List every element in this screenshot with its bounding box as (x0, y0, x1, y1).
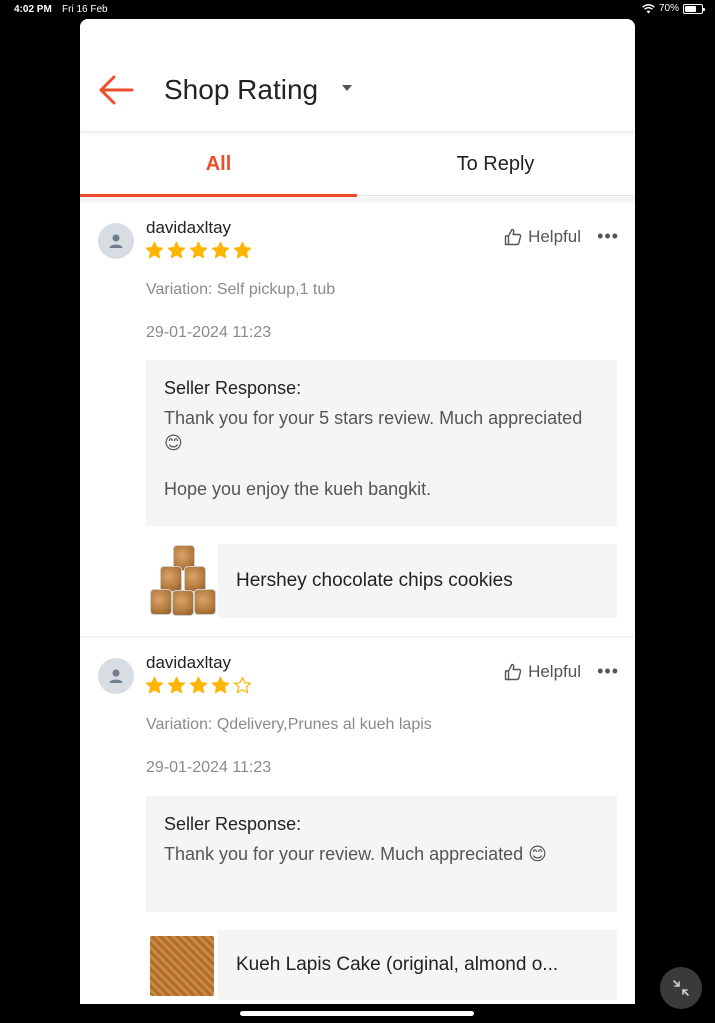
star-filled-icon (233, 241, 252, 259)
cookie-jars-image (146, 544, 218, 618)
review-card: davidaxltay Helpful ••• Variation: Self … (80, 203, 635, 636)
product-link[interactable]: Kueh Lapis Cake (original, almond o... (146, 930, 617, 1000)
star-filled-icon (145, 241, 164, 259)
helpful-label: Helpful (528, 662, 581, 681)
app-sheet: Shop Rating All To Reply davidaxltay Hel… (80, 19, 635, 1004)
thumbs-up-icon (504, 228, 522, 246)
helpful-button[interactable]: Helpful (504, 227, 581, 247)
star-filled-icon (189, 676, 208, 694)
variation-text: Variation: Qdelivery,Prunes al kueh lapi… (146, 716, 432, 733)
tab-all[interactable]: All (80, 132, 357, 197)
review-date: 29-01-2024 11:23 (146, 759, 272, 776)
review-card: davidaxltay Helpful ••• Variation: Qdeli… (80, 638, 635, 1004)
product-thumbnail (146, 544, 218, 618)
user-icon (109, 234, 123, 248)
battery-fill (685, 5, 697, 12)
seller-response-text: Thank you for your 5 stars review. Much … (164, 408, 583, 453)
avatar[interactable] (98, 658, 134, 694)
star-rating (145, 676, 252, 695)
thumbs-up-icon (504, 663, 522, 681)
page-title: Shop Rating (164, 74, 319, 105)
back-arrow-icon (99, 75, 134, 105)
user-icon (109, 669, 123, 683)
tab-to-reply[interactable]: To Reply (357, 132, 634, 196)
status-time: 4:02 PM (14, 4, 52, 15)
review-date: 29-01-2024 11:23 (146, 324, 272, 341)
seller-response-text-2: Hope you enjoy the kueh bangkit. (164, 479, 432, 499)
star-empty-icon (233, 676, 252, 694)
variation-text: Variation: Self pickup,1 tub (146, 281, 336, 298)
seller-response: Seller Response: Thank you for your 5 st… (146, 360, 617, 526)
product-name: Hershey chocolate chips cookies (236, 570, 513, 591)
seller-response-label: Seller Response: (164, 378, 302, 398)
star-filled-icon (189, 241, 208, 259)
battery-icon (683, 3, 705, 14)
seller-response: Seller Response: Thank you for your revi… (146, 796, 617, 912)
wifi-icon (642, 3, 655, 13)
caret-down-icon[interactable] (342, 85, 352, 91)
more-dots-icon[interactable]: ••• (597, 662, 619, 680)
minimize-icon (673, 980, 689, 996)
avatar[interactable] (98, 223, 134, 259)
product-name: Kueh Lapis Cake (original, almond o... (236, 954, 559, 975)
review-list[interactable]: davidaxltay Helpful ••• Variation: Self … (80, 197, 635, 1004)
product-thumbnail (146, 930, 218, 1000)
helpful-button[interactable]: Helpful (504, 662, 581, 682)
star-filled-icon (167, 241, 186, 259)
star-rating (145, 241, 252, 260)
product-link[interactable]: Hershey chocolate chips cookies (146, 544, 617, 618)
kueh-lapis-image (150, 936, 214, 996)
reviewer-username: davidaxltay (146, 653, 232, 672)
status-right: 70% (642, 3, 705, 14)
helpful-label: Helpful (528, 227, 581, 246)
star-filled-icon (211, 676, 230, 694)
battery-percent: 70% (658, 3, 679, 14)
status-date: Fri 16 Feb (62, 4, 108, 15)
seller-response-label: Seller Response: (164, 814, 302, 834)
reviewer-username: davidaxltay (146, 218, 232, 237)
more-dots-icon[interactable]: ••• (597, 227, 619, 245)
home-indicator[interactable] (240, 1011, 474, 1016)
status-bar: 4:02 PM Fri 16 Feb 70% (0, 0, 715, 20)
back-button[interactable] (98, 75, 134, 105)
minimize-button[interactable] (660, 967, 702, 1009)
star-filled-icon (145, 676, 164, 694)
tab-bar: All To Reply (80, 132, 635, 197)
star-filled-icon (211, 241, 230, 259)
seller-response-text: Thank you for your review. Much apprecia… (164, 844, 547, 864)
header: Shop Rating (80, 19, 635, 131)
star-filled-icon (167, 676, 186, 694)
